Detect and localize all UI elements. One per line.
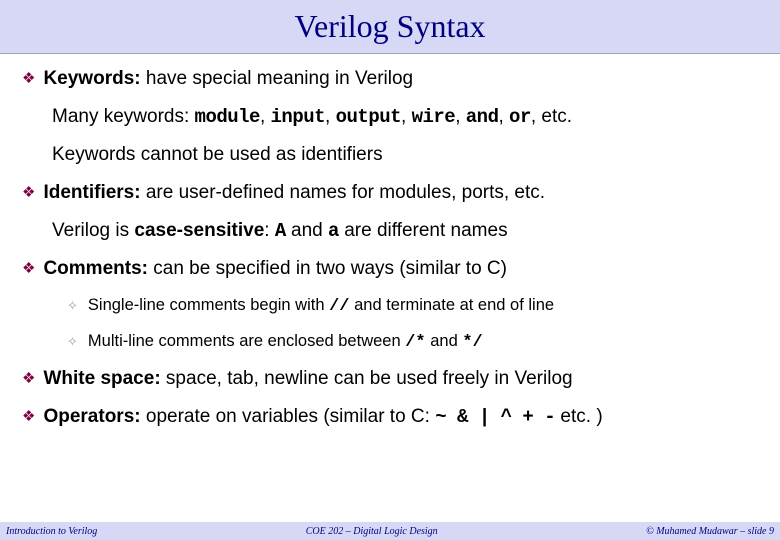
footer-right: © Muhamed Mudawar – slide 9 [646, 526, 774, 537]
identifiers-case: Verilog is case-sensitive: A and a are d… [52, 220, 758, 242]
kw-input: input [271, 106, 326, 128]
keywords-no-identifier: Keywords cannot be used as identifiers [52, 144, 758, 166]
diamond-icon: ❖ [22, 259, 35, 277]
token-slashstar-close: */ [462, 333, 482, 352]
operator-list: ~ & | ^ + - [435, 406, 555, 428]
footer-left: Introduction to Verilog [6, 526, 97, 537]
kw-and: and [466, 106, 499, 128]
operators-heading: Operators: [43, 406, 140, 427]
operators-text-prefix: operate on variables (similar to C: [141, 406, 436, 427]
operators-text-suffix: etc. ) [555, 406, 603, 427]
comments-multi-line: ✧ Multi-line comments are enclosed betwe… [67, 332, 758, 352]
kw-or: or [509, 106, 531, 128]
kw-module: module [195, 106, 260, 128]
diamond-icon: ❖ [22, 407, 35, 425]
token-slashstar-open: /* [405, 333, 425, 352]
bullet-comments: ❖ Comments: can be specified in two ways… [22, 258, 758, 280]
comments-heading: Comments: [43, 258, 148, 279]
comments-text: can be specified in two ways (similar to… [148, 258, 507, 279]
example-upper-a: A [275, 220, 286, 242]
keywords-examples: Many keywords: module, input, output, wi… [52, 106, 758, 128]
whitespace-heading: White space: [43, 368, 160, 389]
whitespace-text: space, tab, newline can be used freely i… [161, 368, 573, 389]
slide-content: ❖ Keywords: have special meaning in Veri… [0, 54, 780, 428]
bullet-whitespace: ❖ White space: space, tab, newline can b… [22, 368, 758, 390]
many-prefix: Many keywords: [52, 106, 195, 127]
footer-center: COE 202 – Digital Logic Design [306, 526, 438, 537]
bullet-operators: ❖ Operators: operate on variables (simil… [22, 406, 758, 428]
diamond-icon: ❖ [22, 369, 35, 387]
diamond-icon: ❖ [22, 183, 35, 201]
kw-wire: wire [412, 106, 456, 128]
bullet-identifiers: ❖ Identifiers: are user-defined names fo… [22, 182, 758, 204]
title-band: Verilog Syntax [0, 0, 780, 54]
comments-single-line: ✧ Single-line comments begin with // and… [67, 296, 758, 316]
case-sensitive-label: case-sensitive [134, 220, 264, 241]
kw-output: output [336, 106, 401, 128]
identifiers-heading: Identifiers: [43, 182, 140, 203]
many-suffix: , etc. [531, 106, 572, 127]
example-lower-a: a [328, 220, 339, 242]
token-slashslash: // [329, 297, 349, 316]
diamond-open-icon: ✧ [67, 298, 78, 314]
bullet-keywords: ❖ Keywords: have special meaning in Veri… [22, 68, 758, 90]
diamond-open-icon: ✧ [67, 334, 78, 350]
slide-title: Verilog Syntax [294, 8, 485, 45]
keywords-heading: Keywords: [43, 68, 140, 89]
identifiers-text: are user-defined names for modules, port… [141, 182, 545, 203]
diamond-icon: ❖ [22, 69, 35, 87]
keywords-text: have special meaning in Verilog [141, 68, 414, 89]
footer-band: Introduction to Verilog COE 202 – Digita… [0, 522, 780, 540]
